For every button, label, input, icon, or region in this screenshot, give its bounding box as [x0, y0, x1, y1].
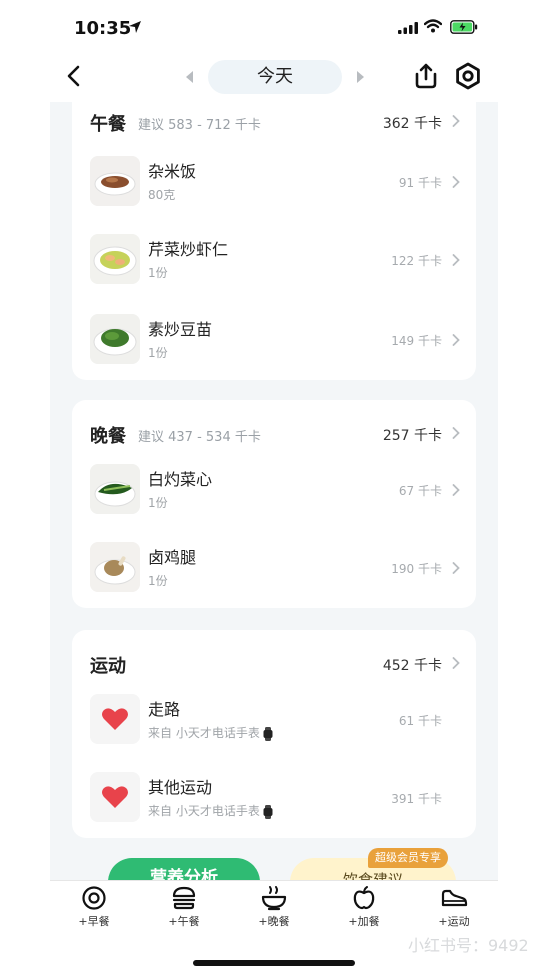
exercise-source: 来自 小天才电话手表	[148, 724, 273, 741]
exercise-name: 其他运动	[148, 778, 213, 797]
food-item-choy-sum[interactable]: 白灼菜心 1份 67 千卡	[90, 464, 460, 518]
lunch-title: 午餐	[90, 114, 126, 135]
food-kcal: 91 千卡	[398, 176, 442, 190]
food-amount: 1份	[148, 266, 168, 280]
exercise-item-other[interactable]: 其他运动 来自 小天才电话手表 391 千卡	[90, 772, 460, 826]
tab-label: +早餐	[78, 915, 110, 928]
watch-icon	[263, 726, 273, 741]
chevron-right-icon	[452, 484, 460, 496]
dinner-recommendation: 建议 437 - 534 千卡	[138, 430, 261, 445]
exercise-source-text: 来自 小天才电话手表	[148, 804, 260, 818]
food-thumbnail	[90, 314, 140, 364]
chevron-right-icon	[452, 334, 460, 346]
wifi-icon	[424, 19, 442, 33]
food-name: 白灼菜心	[148, 470, 213, 489]
tab-add-dinner[interactable]: +晚餐	[244, 885, 304, 935]
home-indicator	[193, 960, 355, 966]
food-name: 素炒豆苗	[148, 320, 213, 339]
status-bar: 10:35	[0, 0, 550, 52]
heart-icon	[90, 772, 140, 822]
bowl-icon	[261, 886, 287, 911]
chevron-right-icon	[452, 427, 460, 439]
settings-icon[interactable]	[454, 62, 482, 90]
exercise-total-kcal: 452 千卡	[382, 658, 442, 674]
food-item-pea-shoots[interactable]: 素炒豆苗 1份 149 千卡	[90, 314, 460, 368]
food-amount: 1份	[148, 574, 168, 588]
food-amount: 1份	[148, 496, 168, 510]
exercise-kcal: 391 千卡	[391, 792, 442, 806]
chevron-right-icon	[452, 657, 460, 669]
tab-add-snack[interactable]: +加餐	[334, 885, 394, 935]
breakfast-icon	[82, 886, 106, 910]
tab-label: +运动	[438, 915, 470, 928]
diary-content: 午餐 建议 583 - 712 千卡 362 千卡 杂米饭 80克 91 千卡 …	[50, 102, 498, 880]
food-thumbnail	[90, 464, 140, 514]
previous-day-icon[interactable]	[186, 71, 194, 83]
exercise-source-text: 来自 小天才电话手表	[148, 726, 260, 740]
exercise-item-walking[interactable]: 走路 来自 小天才电话手表 61 千卡	[90, 694, 460, 748]
food-kcal: 67 千卡	[398, 484, 442, 498]
watch-icon	[263, 804, 273, 819]
food-item-rice[interactable]: 杂米饭 80克 91 千卡	[90, 156, 460, 210]
status-time: 10:35	[74, 18, 132, 39]
lunch-header[interactable]: 午餐 建议 583 - 712 千卡 362 千卡	[90, 110, 460, 135]
tab-label: +加餐	[348, 915, 380, 928]
food-thumbnail	[90, 234, 140, 284]
food-thumbnail	[90, 156, 140, 206]
exercise-card: 运动 452 千卡 走路 来自 小天才电话手表 61 千卡 其他运动 来自 小天…	[72, 630, 476, 838]
tab-add-exercise[interactable]: +运动	[424, 885, 484, 935]
tab-label: +晚餐	[258, 915, 290, 928]
watermark: 小红书号：9492	[408, 936, 529, 955]
bottom-tab-bar: +早餐 +午餐 +晚餐 +加餐 +运动	[50, 880, 498, 936]
next-day-icon[interactable]	[356, 71, 364, 83]
chevron-right-icon	[452, 254, 460, 266]
lunch-recommendation: 建议 583 - 712 千卡	[138, 118, 261, 133]
food-item-braised-drumstick[interactable]: 卤鸡腿 1份 190 千卡	[90, 542, 460, 596]
share-icon[interactable]	[412, 62, 440, 90]
food-kcal: 149 千卡	[391, 334, 442, 348]
exercise-title: 运动	[90, 656, 126, 677]
exercise-header[interactable]: 运动 452 千卡	[90, 652, 460, 677]
exercise-source: 来自 小天才电话手表	[148, 802, 273, 819]
tab-add-lunch[interactable]: +午餐	[154, 885, 214, 935]
tab-add-breakfast[interactable]: +早餐	[64, 885, 124, 935]
apple-icon	[353, 886, 375, 910]
dinner-total-kcal: 257 千卡	[382, 428, 442, 444]
tab-label: +午餐	[168, 915, 200, 928]
battery-charging-icon	[450, 20, 478, 34]
food-name: 芹菜炒虾仁	[148, 240, 229, 259]
day-switcher: 今天	[186, 60, 364, 94]
dinner-header[interactable]: 晚餐 建议 437 - 534 千卡 257 千卡	[90, 422, 460, 447]
cellular-signal-icon	[398, 22, 418, 34]
dinner-card: 晚餐 建议 437 - 534 千卡 257 千卡 白灼菜心 1份 67 千卡 …	[72, 400, 476, 608]
exercise-thumbnail	[90, 772, 140, 822]
food-kcal: 190 千卡	[391, 562, 442, 576]
food-thumbnail	[90, 542, 140, 592]
exercise-name: 走路	[148, 700, 181, 719]
chevron-right-icon	[452, 115, 460, 127]
chevron-right-icon	[452, 562, 460, 574]
exercise-kcal: 61 千卡	[398, 714, 442, 728]
burger-icon	[172, 886, 196, 910]
lunch-total-kcal: 362 千卡	[382, 116, 442, 132]
shoe-icon	[441, 889, 468, 907]
dinner-title: 晚餐	[90, 426, 126, 447]
location-arrow-icon	[129, 21, 141, 33]
food-name: 卤鸡腿	[148, 548, 197, 567]
food-item-celery-shrimp[interactable]: 芹菜炒虾仁 1份 122 千卡	[90, 234, 460, 288]
exercise-thumbnail	[90, 694, 140, 744]
current-day-label[interactable]: 今天	[208, 60, 342, 94]
heart-icon	[90, 694, 140, 744]
lunch-card: 午餐 建议 583 - 712 千卡 362 千卡 杂米饭 80克 91 千卡 …	[72, 102, 476, 380]
nav-bar: 今天	[0, 52, 550, 102]
vip-badge: 超级会员专享	[368, 848, 448, 868]
chevron-right-icon	[452, 176, 460, 188]
back-arrow-icon[interactable]	[62, 64, 86, 88]
food-amount: 1份	[148, 346, 168, 360]
food-name: 杂米饭	[148, 162, 197, 181]
nutrition-analysis-button[interactable]: 营养分析	[108, 858, 260, 880]
food-amount: 80克	[148, 188, 176, 202]
food-kcal: 122 千卡	[391, 254, 442, 268]
